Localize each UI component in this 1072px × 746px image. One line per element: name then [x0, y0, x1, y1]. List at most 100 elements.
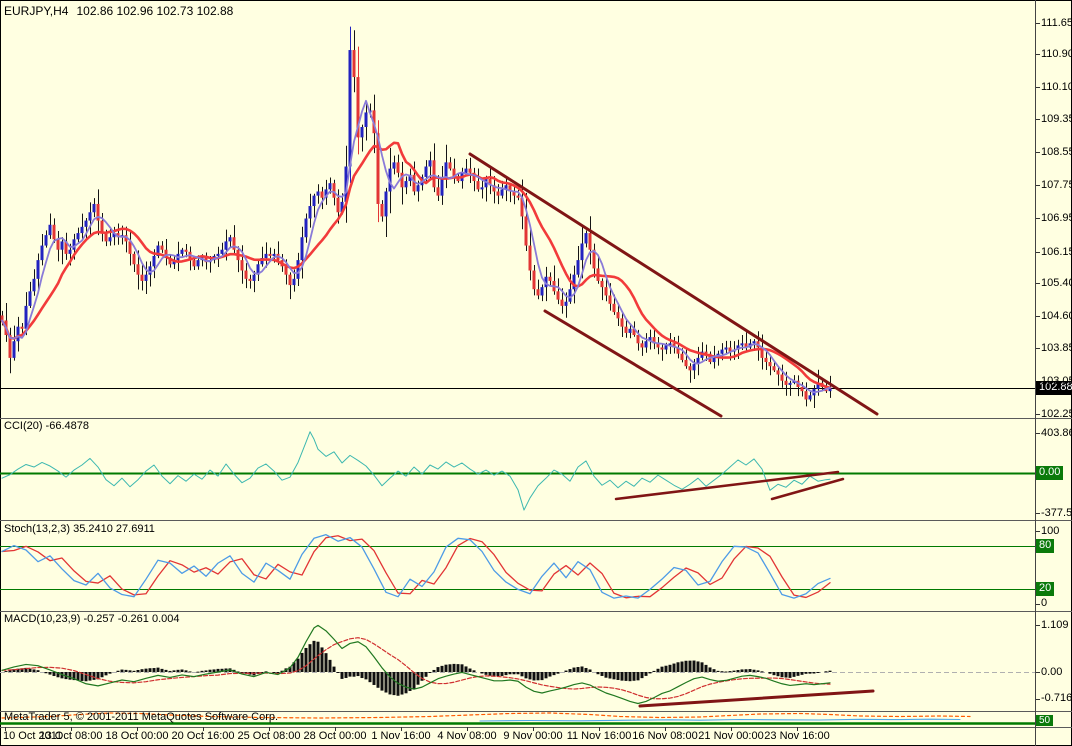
candle-body [720, 349, 724, 354]
macd-histogram-bar [132, 670, 136, 672]
macd-histogram-bar [712, 669, 716, 672]
macd-histogram-bar [196, 671, 200, 673]
candle-body [144, 274, 148, 281]
candle-body [384, 191, 388, 217]
macd-histogram-bar [496, 672, 500, 677]
macd-histogram-bar [564, 670, 568, 672]
macd-histogram-bar [176, 669, 180, 672]
candle-body [584, 233, 588, 244]
macd-histogram-bar [652, 670, 656, 672]
macd-histogram-bar [188, 671, 192, 673]
macd-histogram-bar [148, 668, 152, 672]
candle-body [404, 181, 408, 188]
macd-histogram-bar [532, 672, 536, 681]
trendline-macd[interactable] [638, 689, 875, 708]
macd-histogram-bar [360, 672, 364, 679]
macd-histogram-bar [380, 672, 384, 691]
macd-histogram-bar [436, 667, 440, 672]
candle-body [568, 289, 572, 302]
trendline-cci[interactable] [770, 477, 845, 501]
candle-body [436, 187, 440, 196]
candle-body [560, 299, 564, 306]
macd-histogram-bar [124, 669, 128, 672]
macd-histogram-bar [136, 670, 140, 672]
macd-histogram-bar [612, 672, 616, 680]
macd-histogram-bar [772, 672, 776, 676]
candle-body [132, 253, 136, 265]
candle-body [608, 295, 612, 304]
candle-body [248, 278, 252, 281]
candle-body [284, 266, 288, 275]
candle-body [752, 341, 756, 344]
trendline-main-channel[interactable] [468, 152, 879, 416]
candle-body [712, 357, 716, 363]
candle-body [684, 359, 688, 367]
macd-histogram-bar [328, 659, 332, 672]
macd-histogram-bar [572, 667, 576, 672]
macd-histogram-bar [556, 672, 560, 674]
candle-body [136, 264, 140, 275]
candle-body [160, 245, 164, 250]
macd-histogram-bar [636, 672, 640, 681]
candle-body [72, 239, 76, 250]
candle-body [604, 287, 608, 296]
macd-histogram-bar [728, 671, 732, 673]
candle-body [612, 303, 616, 313]
candle-body [16, 326, 20, 342]
macd-histogram-bar [32, 669, 36, 672]
candle-body [496, 191, 500, 196]
macd-histogram-bar [668, 664, 672, 672]
candle-body [240, 260, 244, 271]
macd-histogram-bar [336, 672, 340, 673]
macd-histogram-bar [392, 672, 396, 696]
candle-body [392, 162, 396, 169]
macd-histogram-bar [804, 672, 808, 674]
macd-histogram-bar [472, 670, 476, 672]
candle-body [364, 112, 368, 127]
macd-histogram-bar [796, 672, 800, 676]
macd-histogram-bar [780, 672, 784, 678]
candle-body [332, 183, 336, 198]
candle-body [548, 276, 552, 281]
macd-histogram-bar [84, 672, 88, 682]
candle-body [308, 206, 312, 219]
macd-histogram-bar [620, 672, 624, 681]
candle-body [352, 50, 356, 78]
macd-histogram-bar [648, 672, 652, 674]
macd-histogram-bar [684, 660, 688, 672]
candle-body [36, 260, 40, 279]
candle-body [192, 260, 196, 267]
candle-body [104, 233, 108, 242]
macd-histogram-bar [276, 672, 280, 673]
macd-histogram-bar [384, 672, 388, 693]
macd-histogram-bar [608, 672, 612, 679]
candle-body [108, 237, 112, 242]
macd-histogram-bar [68, 672, 72, 680]
candle-body [296, 260, 300, 279]
candle-body [644, 341, 648, 348]
macd-histogram-bar [580, 666, 584, 672]
trendline-cci[interactable] [614, 470, 840, 501]
macd-histogram-bar [76, 672, 80, 681]
macd-histogram-bar [524, 672, 528, 679]
macd-histogram-bar [696, 661, 700, 672]
macd-histogram-bar [156, 667, 160, 672]
macd-histogram-bar [424, 672, 428, 677]
candle-body [664, 345, 668, 350]
candle-body [784, 380, 788, 385]
candle-body [628, 328, 632, 333]
chart-plot-area[interactable] [0, 0, 1072, 746]
candle-body [44, 235, 48, 246]
macd-histogram-bar [460, 664, 464, 672]
candle-body [476, 181, 480, 190]
candle-body [180, 249, 184, 254]
macd-histogram-bar [364, 672, 368, 680]
stoch-signal-line [1, 535, 831, 599]
macd-histogram-bar [628, 672, 632, 682]
macd-histogram-bar [144, 668, 148, 672]
candle-body [336, 197, 340, 213]
macd-line [1, 624, 831, 705]
macd-histogram-bar [724, 671, 728, 673]
macd-histogram-bar [484, 672, 488, 675]
macd-histogram-bar [596, 672, 600, 675]
